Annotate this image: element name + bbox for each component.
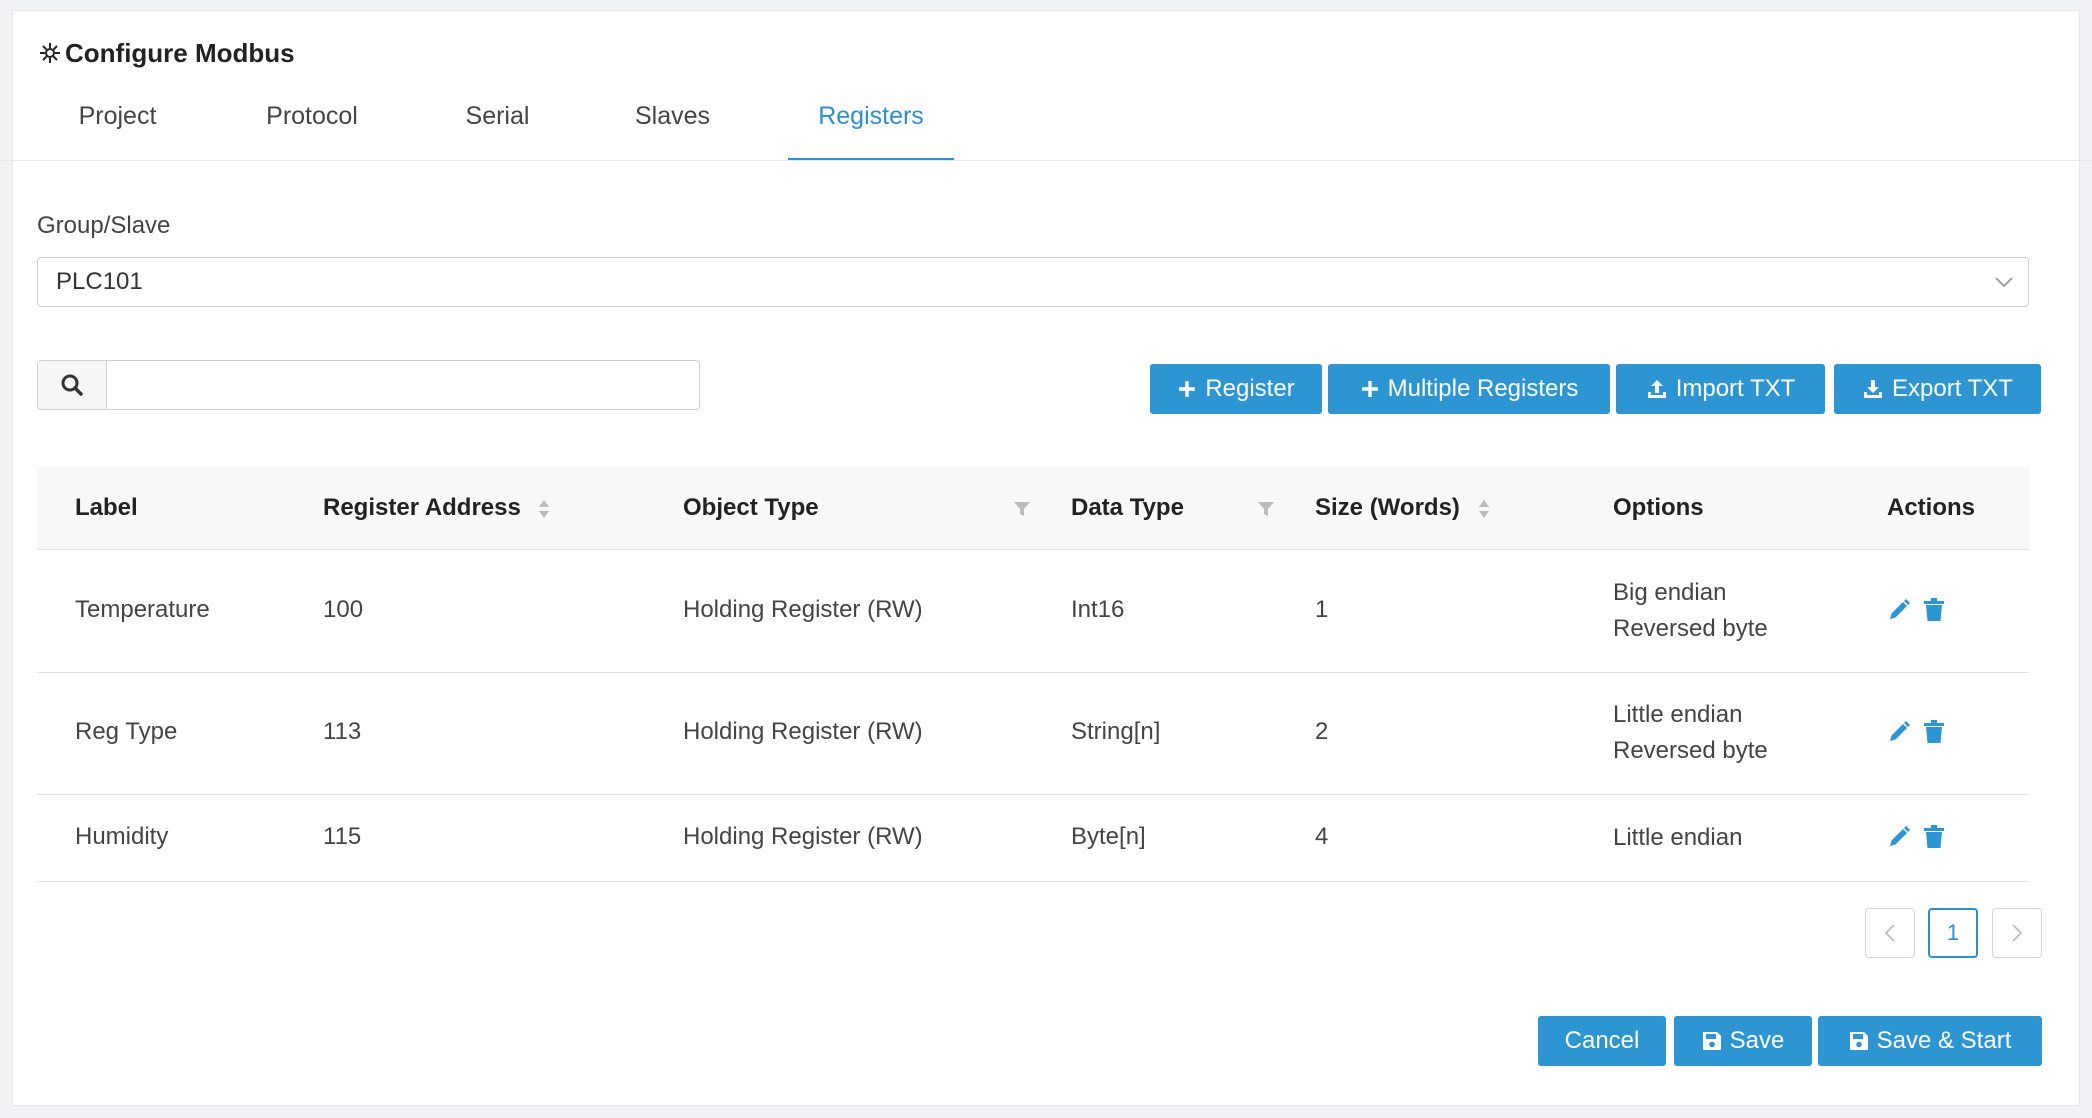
column-header-options: Options: [1613, 494, 1704, 521]
group-slave-value: PLC101: [56, 268, 143, 295]
option-item: Big endian: [1613, 579, 1727, 606]
tab-bar: Project Protocol Serial Slaves Registers: [0, 90, 2092, 161]
chevron-left-icon: [1884, 924, 1895, 942]
tab-serial[interactable]: Serial: [450, 90, 545, 160]
plus-icon: [1179, 381, 1196, 397]
option-item: Little endian: [1613, 701, 1743, 728]
cell-register-address: 100: [323, 596, 364, 623]
table-row: Humidity 115 Holding Register (RW) Byte[…: [37, 795, 2029, 882]
row-actions: [1887, 720, 1945, 744]
cell-data-type: Byte[n]: [1071, 823, 1146, 850]
floppy-icon: [1849, 1032, 1868, 1050]
group-slave-select[interactable]: PLC101: [37, 257, 2029, 307]
save-button[interactable]: Save: [1674, 1016, 1812, 1066]
trash-icon[interactable]: [1923, 598, 1945, 622]
cancel-label: Cancel: [1564, 1027, 1640, 1054]
export-txt-button[interactable]: Export TXT: [1834, 364, 2041, 414]
column-header-object-type: Object Type: [683, 494, 819, 521]
option-item: Reversed byte: [1613, 737, 1768, 764]
floppy-icon: [1702, 1032, 1721, 1050]
save-and-start-label: Save & Start: [1876, 1027, 2012, 1054]
column-header-size[interactable]: Size (Words): [1315, 466, 1460, 550]
table-header: Label Register Address Object Type Data …: [37, 466, 2029, 550]
cell-object-type: Holding Register (RW): [683, 823, 923, 850]
cell-size: 4: [1315, 823, 1329, 850]
edit-icon[interactable]: [1887, 825, 1911, 849]
tab-registers[interactable]: Registers: [788, 90, 954, 160]
search-input[interactable]: [107, 361, 699, 409]
cell-size: 1: [1315, 596, 1329, 623]
export-txt-label: Export TXT: [1892, 375, 2013, 402]
edit-icon[interactable]: [1887, 598, 1911, 622]
filter-icon[interactable]: [1013, 500, 1031, 523]
column-header-label: Label: [75, 494, 138, 521]
cell-label: Humidity: [75, 823, 169, 850]
chevron-right-icon: [2012, 924, 2023, 942]
cancel-button[interactable]: Cancel: [1538, 1016, 1666, 1066]
sort-icon[interactable]: [537, 498, 551, 525]
trash-icon[interactable]: [1923, 825, 1945, 849]
import-txt-label: Import TXT: [1675, 375, 1796, 402]
next-page-button[interactable]: [1992, 908, 2042, 958]
cell-label: Temperature: [75, 596, 210, 623]
cell-data-type: Int16: [1071, 596, 1125, 623]
group-slave-label: Group/Slave: [37, 212, 171, 239]
trash-icon[interactable]: [1923, 720, 1945, 744]
cell-register-address: 115: [323, 823, 362, 850]
table-row: Temperature 100 Holding Register (RW) In…: [37, 550, 2029, 673]
cell-size: 2: [1315, 718, 1329, 745]
table-row: Reg Type 113 Holding Register (RW) Strin…: [37, 673, 2029, 795]
prev-page-button[interactable]: [1865, 908, 1915, 958]
add-register-label: Register: [1205, 375, 1295, 402]
column-header-register-address[interactable]: Register Address: [323, 466, 521, 550]
option-item: Reversed byte: [1613, 615, 1768, 642]
add-multiple-registers-button[interactable]: Multiple Registers: [1328, 364, 1610, 414]
cell-data-type: String[n]: [1071, 718, 1161, 745]
cell-object-type: Holding Register (RW): [683, 718, 923, 745]
tab-protocol[interactable]: Protocol: [252, 90, 372, 160]
sort-icon[interactable]: [1477, 498, 1491, 525]
upload-icon: [1647, 380, 1666, 398]
page-title: Configure Modbus: [37, 38, 295, 68]
cell-object-type: Holding Register (RW): [683, 596, 923, 623]
row-actions: [1887, 825, 1945, 849]
save-and-start-button[interactable]: Save & Start: [1818, 1016, 2042, 1066]
search-icon[interactable]: [38, 361, 107, 409]
chevron-down-icon: [1994, 258, 2014, 306]
cell-options: Big endian Reversed byte: [1613, 575, 1768, 647]
add-multiple-label: Multiple Registers: [1387, 375, 1579, 402]
page-title-text: Configure Modbus: [65, 37, 295, 68]
edit-icon[interactable]: [1887, 720, 1911, 744]
option-item: Little endian: [1613, 824, 1743, 851]
search-box: [37, 360, 700, 410]
add-register-button[interactable]: Register: [1150, 364, 1322, 414]
column-header-actions: Actions: [1887, 494, 1976, 521]
save-label: Save: [1729, 1027, 1785, 1054]
column-header-data-type: Data Type: [1071, 494, 1184, 521]
cell-label: Reg Type: [75, 718, 178, 745]
cell-options: Little endian Reversed byte: [1613, 697, 1768, 769]
row-actions: [1887, 598, 1945, 622]
gear-icon: [37, 40, 63, 66]
page-button-1[interactable]: 1: [1928, 908, 1978, 958]
cell-options: Little endian: [1613, 820, 1742, 856]
import-txt-button[interactable]: Import TXT: [1616, 364, 1825, 414]
tab-slaves[interactable]: Slaves: [620, 90, 725, 160]
cell-register-address: 113: [323, 718, 362, 745]
plus-icon: [1361, 381, 1378, 397]
filter-icon[interactable]: [1257, 500, 1275, 523]
tab-project[interactable]: Project: [55, 90, 180, 160]
download-icon: [1864, 380, 1883, 398]
